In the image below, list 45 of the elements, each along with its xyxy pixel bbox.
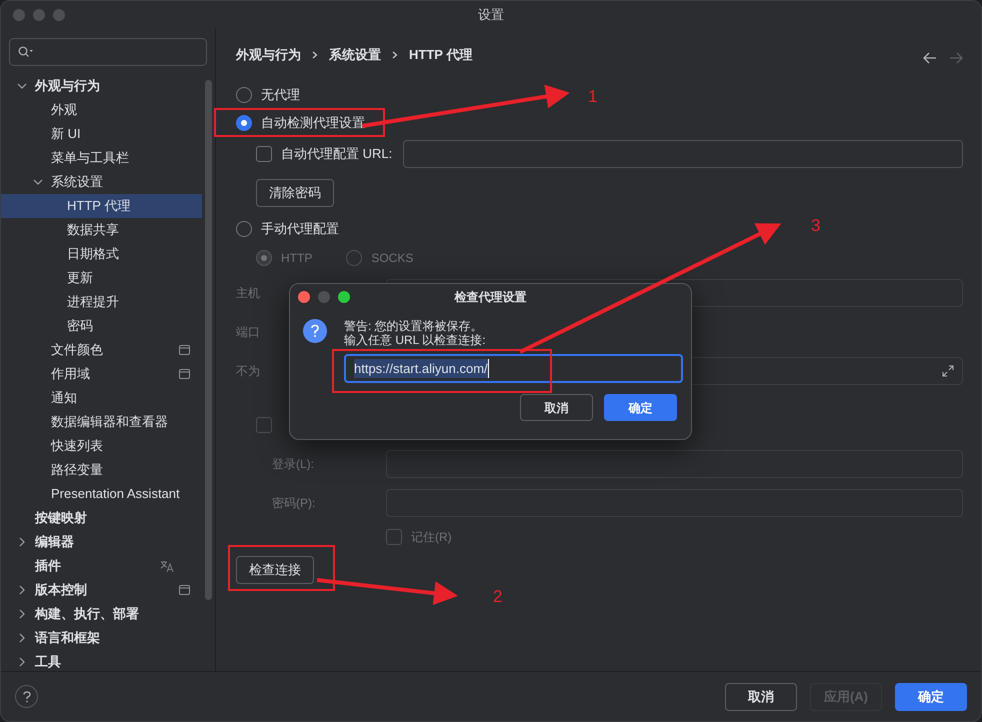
radio-label: 无代理	[261, 86, 300, 104]
annotation-number: 2	[493, 586, 502, 608]
field-label: 主机	[236, 286, 260, 300]
tree-item-label: HTTP 代理	[67, 197, 130, 216]
tree-item-label: 构建、执行、部署	[35, 605, 139, 624]
tree-item-label: 进程提升	[67, 293, 119, 312]
tree-item-label: 日期格式	[67, 245, 119, 264]
field-label: 不为	[236, 364, 260, 378]
tree-item-label: 外观与行为	[35, 77, 100, 96]
checkbox-label: 记住(R)	[411, 529, 452, 546]
window-title: 设置	[478, 6, 504, 24]
radio-label: SOCKS	[371, 250, 414, 267]
annotation-number: 3	[811, 215, 820, 237]
checkbox-label: 自动代理配置 URL:	[281, 145, 392, 164]
tree-item-label: 语言和框架	[35, 629, 100, 648]
field-label: 密码(P):	[272, 496, 316, 510]
tree-item-label: Presentation Assistant	[51, 485, 180, 504]
radio-label: 自动检测代理设置	[261, 114, 365, 132]
field-label: 端口	[236, 324, 260, 338]
tree-item-label: 密码	[67, 317, 93, 336]
radio-label: 手动代理配置	[261, 220, 339, 238]
tree-item-label: 作用域	[51, 365, 90, 384]
tree-item-label: 路径变量	[51, 461, 103, 480]
tree-item-label: 数据共享	[67, 221, 119, 240]
tree-item-label: 插件	[35, 557, 61, 576]
message-text: 警告: 您的设置将被保存。	[344, 319, 484, 333]
annotation-number: 1	[588, 86, 598, 108]
tree-item-label: 新 UI	[51, 125, 81, 144]
tree-item-label: 工具	[35, 653, 61, 671]
tree-item-label: 系统设置	[51, 173, 103, 192]
tree-item-label: 数据编辑器和查看器	[51, 413, 168, 432]
tree-item-label: 通知	[51, 389, 77, 408]
radio-label: HTTP	[281, 250, 312, 267]
field-label: 登录(L):	[272, 456, 314, 470]
tree-item-label: 版本控制	[35, 581, 87, 600]
tree-item-label: 编辑器	[35, 533, 74, 552]
dialog-title: 检查代理设置	[454, 289, 526, 306]
message-text: 输入任意 URL 以检查连接:	[344, 333, 487, 347]
tree-item-label: 更新	[67, 269, 93, 288]
tree-item-label: 快速列表	[51, 437, 103, 456]
selected-url-text: https://start.aliyun.com/	[354, 358, 489, 378]
tree-item-label: 外观	[51, 101, 77, 120]
tree-item-label: 文件颜色	[51, 341, 103, 360]
tree-item-label: 按键映射	[35, 509, 87, 528]
tree-item-label: 菜单与工具栏	[51, 149, 129, 168]
